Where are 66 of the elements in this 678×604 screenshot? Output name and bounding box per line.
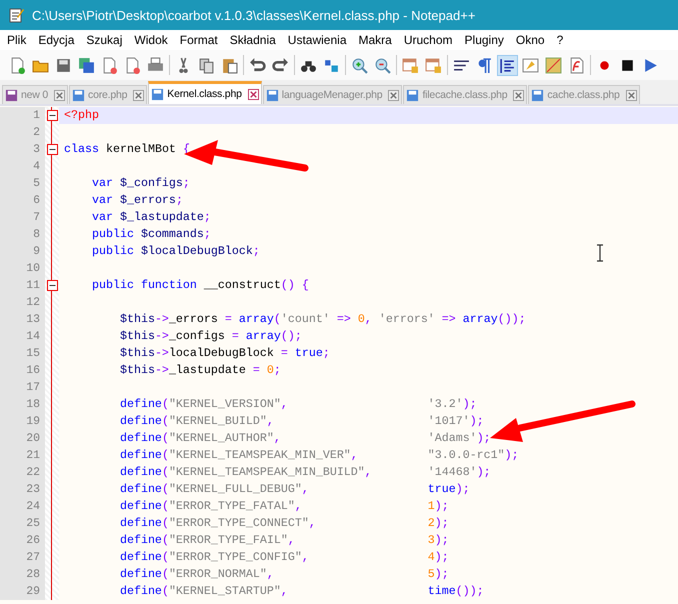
code-line: define("KERNEL_TEAMSPEAK_MIN_VER", "3.0.0-rc1");	[118, 448, 519, 462]
code-line: public function __construct() {	[90, 278, 309, 292]
line-number: 26	[0, 532, 45, 549]
code-line: define("KERNEL_VERSION", '3.2');	[118, 397, 477, 411]
code-line: <?php	[64, 108, 99, 122]
code-line: public $commands;	[90, 227, 211, 241]
line-number: 15	[0, 345, 45, 362]
line-number: 12	[0, 294, 45, 311]
menu-item[interactable]: Format	[174, 31, 224, 49]
line-number: 29	[0, 583, 45, 600]
line-number: 4	[0, 158, 45, 175]
code-line: $this->_errors = array('count' => 0, 'errors' => array());	[118, 312, 526, 326]
line-number: 1	[0, 107, 45, 124]
line-number: 5	[0, 175, 45, 192]
menu-item[interactable]: Okno	[510, 31, 551, 49]
line-number: 16	[0, 362, 45, 379]
menu-item[interactable]: Plik	[1, 31, 32, 49]
line-number: 14	[0, 328, 45, 345]
line-number: 24	[0, 498, 45, 515]
code-line: $this->_configs = array();	[118, 329, 302, 343]
line-number: 18	[0, 396, 45, 413]
line-number: 2	[0, 124, 45, 141]
menu-item[interactable]: Uruchom	[398, 31, 459, 49]
menu-item[interactable]: Edycja	[32, 31, 80, 49]
menu-item[interactable]: Ustawienia	[282, 31, 352, 49]
code-line: public $localDebugBlock;	[90, 244, 260, 258]
line-number: 17	[0, 379, 45, 396]
window-title: C:\Users\Piotr\Desktop\coarbot v.1.0.3\classes\Kernel.class.php - Notepad++	[32, 8, 476, 22]
code-line: define("KERNEL_BUILD", '1017');	[118, 414, 484, 428]
code-line: define("ERROR_TYPE_FATAL", 1);	[118, 499, 449, 513]
line-number: 3	[0, 141, 45, 158]
code-line: define("KERNEL_STARTUP", time());	[118, 584, 484, 598]
line-number: 9	[0, 243, 45, 260]
menu-item[interactable]: Szukaj	[80, 31, 128, 49]
line-number: 20	[0, 430, 45, 447]
menu-item[interactable]: Makra	[352, 31, 398, 49]
code-line: var $_lastupdate;	[90, 210, 211, 224]
line-number: 7	[0, 209, 45, 226]
line-number: 21	[0, 447, 45, 464]
code-line: $this->localDebugBlock = true;	[118, 346, 330, 360]
line-number: 23	[0, 481, 45, 498]
code-line: define("ERROR_TYPE_CONFIG", 4);	[118, 550, 449, 564]
code-line: define("ERROR_TYPE_CONNECT", 2);	[118, 516, 449, 530]
file-tab[interactable]: Kernel.class.php	[148, 81, 262, 104]
line-number: 28	[0, 566, 45, 583]
code-line: define("KERNEL_FULL_DEBUG", true);	[118, 482, 470, 496]
line-number: 19	[0, 413, 45, 430]
code-line: define("KERNEL_TEAMSPEAK_MIN_BUILD", '14468');	[118, 465, 491, 479]
line-number: 11	[0, 277, 45, 294]
line-number: 22	[0, 464, 45, 481]
line-number: 27	[0, 549, 45, 566]
code-line: define("ERROR_TYPE_FAIL", 3);	[118, 533, 449, 547]
line-number: 10	[0, 260, 45, 277]
code-line: var $_configs;	[90, 176, 190, 190]
line-number: 6	[0, 192, 45, 209]
code-line: $this->_lastupdate = 0;	[118, 363, 281, 377]
line-number: 13	[0, 311, 45, 328]
menu-item[interactable]: ?	[550, 31, 570, 49]
menu-item[interactable]: Pluginy	[458, 31, 510, 49]
code-line: define("KERNEL_AUTHOR", 'Adams');	[118, 431, 491, 445]
menu-item[interactable]: Składnia	[224, 31, 282, 49]
line-number: 8	[0, 226, 45, 243]
menu-item[interactable]: Widok	[128, 31, 174, 49]
line-number: 25	[0, 515, 45, 532]
code-line: define("ERROR_NORMAL", 5);	[118, 567, 449, 581]
code-line: var $_errors;	[90, 193, 183, 207]
